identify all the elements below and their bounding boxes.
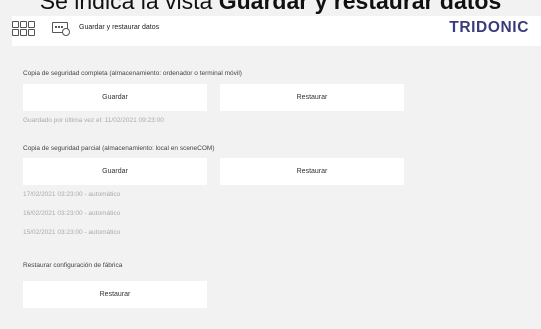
- full-backup-save-button[interactable]: Guardar: [23, 84, 207, 111]
- page-caption: Se indica la vista Guardar y restaurar d…: [0, 0, 541, 15]
- last-saved-text: Guardado por última vez el: 11/02/2021 0…: [23, 117, 164, 124]
- backup-entry[interactable]: 16/02/2021 03:23:00 - automático: [23, 210, 120, 217]
- full-backup-restore-button[interactable]: Restaurar: [220, 84, 404, 111]
- factory-reset-label: Restaurar configuración de fábrica: [23, 262, 123, 269]
- factory-reset-restore-button[interactable]: Restaurar: [23, 281, 207, 308]
- page-title: Guardar y restaurar datos: [79, 24, 160, 31]
- partial-backup-restore-button[interactable]: Restaurar: [220, 158, 404, 185]
- backup-entry[interactable]: 17/02/2021 03:23:00 - automático: [23, 191, 120, 198]
- backup-entry[interactable]: 15/02/2021 03:23:00 - automático: [23, 229, 120, 236]
- tridonic-logo: TRIDONIC: [449, 19, 529, 36]
- caption-bold: Guardar y restaurar datos: [218, 0, 502, 14]
- partial-backup-label: Copia de seguridad parcial (almacenamien…: [23, 145, 215, 152]
- grid-menu-icon[interactable]: [12, 21, 35, 37]
- top-bar: Guardar y restaurar datos TRIDONIC: [12, 16, 541, 46]
- full-backup-label: Copia de seguridad completa (almacenamie…: [23, 70, 242, 77]
- device-settings-icon: [52, 20, 72, 38]
- caption-prefix: Se indica la vista: [39, 0, 213, 14]
- partial-backup-save-button[interactable]: Guardar: [23, 158, 207, 185]
